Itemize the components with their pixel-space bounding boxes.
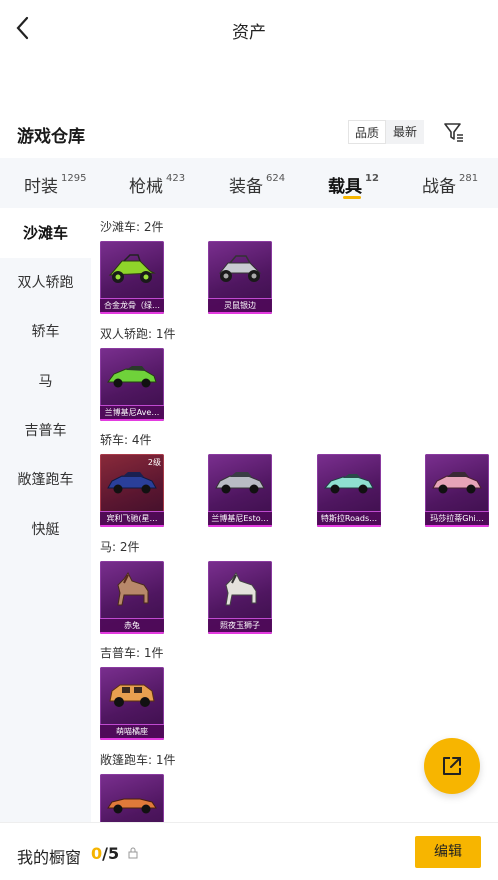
warehouse-header: 游戏仓库 品质 最新: [0, 116, 498, 152]
sidebar-item-jeep[interactable]: 吉普车: [0, 406, 91, 456]
vehicle-list: 沙滩车: 2件 合金龙骨（绿… 灵鼠银边 双人轿跑: 1件 兰博基尼Ave… 轿…: [91, 208, 498, 822]
sedan-silver-icon: [215, 472, 265, 494]
item-name: 宾利飞驰(星…: [106, 514, 158, 523]
horse-brown-icon: [117, 572, 149, 606]
horse-white-icon: [225, 572, 257, 606]
item-name: 兰博基尼Ave…: [104, 408, 160, 417]
warehouse-title: 游戏仓库: [17, 127, 85, 147]
edit-button[interactable]: 编辑: [415, 836, 481, 868]
item-name: 兰博基尼Esto…: [211, 514, 269, 523]
beach-buggy-green-icon: [108, 254, 156, 283]
lock-icon: [128, 847, 138, 859]
item-name: 赤兔: [124, 621, 140, 630]
sedan-blue-icon: [107, 472, 157, 494]
sidebar-item-convertible[interactable]: 敞篷跑车: [0, 455, 91, 505]
item-name: 照夜玉狮子: [220, 621, 260, 630]
tab-equipment[interactable]: 装备 624: [229, 172, 285, 197]
top-bar: 资产: [0, 0, 498, 58]
item-card[interactable]: 玛莎拉蒂Ghi…: [425, 454, 489, 527]
tab-fashion[interactable]: 时装 1295: [24, 172, 86, 197]
filter-button[interactable]: [443, 121, 465, 143]
item-card[interactable]: 兰博基尼Esto…: [208, 454, 272, 527]
item-card[interactable]: 灵鼠银边: [208, 241, 272, 314]
item-card[interactable]: 照夜玉狮子: [208, 561, 272, 634]
section-title: 沙滩车: 2件: [100, 220, 164, 234]
item-card[interactable]: 兰博基尼Ave…: [100, 348, 164, 421]
filter-icon: [444, 123, 463, 142]
category-tabs: 时装 1295 枪械 423 装备 624 载具 12 战备 281: [0, 158, 498, 208]
item-card[interactable]: 2级 宾利飞驰(星…: [100, 454, 164, 527]
item-name: 特斯拉Roads…: [320, 514, 378, 523]
item-card[interactable]: 赤兔: [100, 561, 164, 634]
sidebar-item-speedboat[interactable]: 快艇: [0, 505, 91, 555]
roadster-teal-icon: [323, 474, 374, 494]
convertible-orange-icon: [107, 798, 157, 814]
item-card[interactable]: 合金龙骨（绿…: [100, 241, 164, 314]
page-title: 资产: [232, 23, 266, 43]
sidebar-item-sedan[interactable]: 轿车: [0, 307, 91, 357]
item-card[interactable]: 萌喵橘座: [100, 667, 164, 740]
item-name: 萌喵橘座: [116, 727, 148, 736]
section-title: 轿车: 4件: [100, 433, 152, 447]
showcase-bar: 我的橱窗 0/5 编辑: [0, 822, 498, 880]
item-name: 合金龙骨（绿…: [104, 301, 160, 310]
sedan-pink-icon: [432, 472, 482, 494]
sort-toggle: 品质 最新: [348, 120, 424, 144]
tab-supplies[interactable]: 战备 281: [422, 172, 478, 197]
sidebar-item-coupe[interactable]: 双人轿跑: [0, 258, 91, 308]
tab-firearms[interactable]: 枪械 423: [129, 172, 185, 197]
jeep-orange-icon: [109, 684, 155, 707]
section-title: 马: 2件: [100, 540, 140, 554]
active-tab-indicator: [343, 196, 361, 199]
showcase-count: 0/5: [91, 844, 120, 863]
item-name: 玛莎拉蒂Ghi…: [430, 514, 484, 523]
sort-by-quality-button[interactable]: 品质: [348, 120, 386, 144]
section-title: 吉普车: 1件: [100, 646, 164, 660]
beach-buggy-silver-icon: [218, 255, 262, 282]
section-title: 敞篷跑车: 1件: [100, 753, 176, 767]
section-title: 双人轿跑: 1件: [100, 327, 176, 341]
tab-vehicles[interactable]: 载具 12: [328, 172, 379, 197]
share-button[interactable]: [424, 738, 480, 794]
sidebar-item-horse[interactable]: 马: [0, 357, 91, 407]
sports-car-green-icon: [107, 366, 157, 388]
item-name: 灵鼠银边: [224, 301, 256, 310]
vehicle-type-sidebar: 沙滩车 双人轿跑 轿车 马 吉普车 敞篷跑车 快艇: [0, 208, 91, 822]
sidebar-item-beach-buggy[interactable]: 沙滩车: [0, 208, 91, 258]
item-card[interactable]: 特斯拉Roads…: [317, 454, 381, 527]
showcase-label: 我的橱窗: [17, 848, 82, 867]
item-card[interactable]: [100, 774, 164, 822]
sort-by-latest-button[interactable]: 最新: [386, 120, 424, 144]
share-icon: [443, 757, 461, 775]
